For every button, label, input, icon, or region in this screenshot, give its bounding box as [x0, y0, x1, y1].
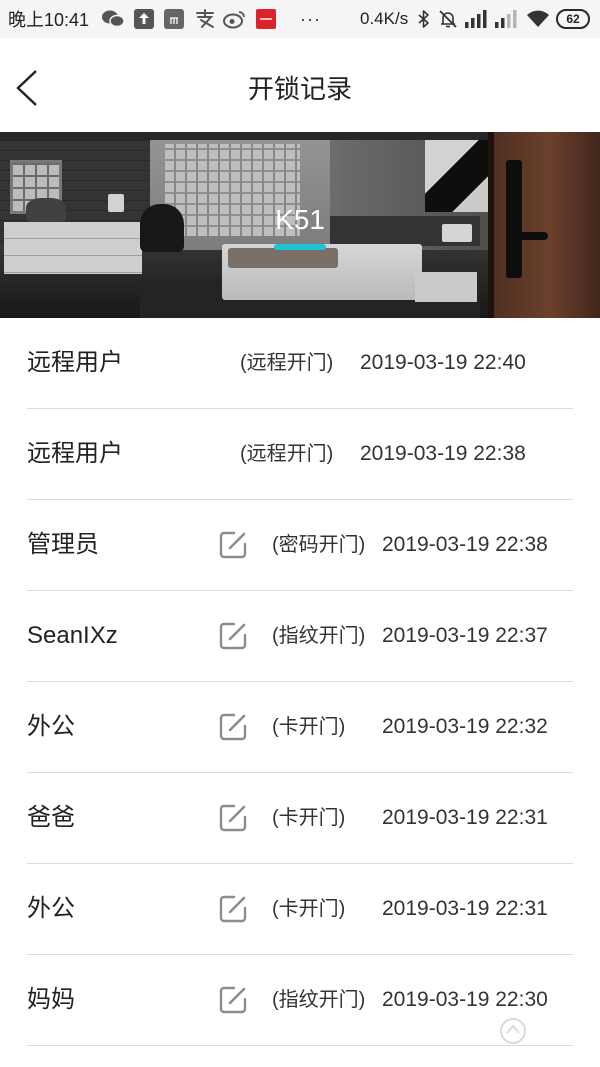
watermark-logo: [498, 1016, 528, 1046]
unlock-record-list: 远程用户 (远程开门) 2019-03-19 22:40 远程用户 (远程开门)…: [0, 318, 600, 1046]
edit-icon[interactable]: [217, 711, 249, 743]
record-time: 2019-03-19 22:37: [382, 624, 548, 647]
wifi-icon: [526, 0, 550, 38]
status-overflow: ···: [300, 8, 321, 29]
record-method: (卡开门): [272, 716, 346, 738]
device-indicator: [274, 244, 326, 250]
signal-icon: [494, 0, 518, 38]
edit-icon[interactable]: [217, 529, 249, 561]
page-title: 开锁记录: [247, 74, 352, 104]
record-row: 外公 (卡开门) 2019-03-19 22:32: [27, 682, 573, 773]
record-row: 远程用户 (远程开门) 2019-03-19 22:38: [27, 409, 573, 500]
record-time: 2019-03-19 22:40: [360, 351, 526, 374]
record-time: 2019-03-19 22:31: [382, 897, 548, 920]
record-user: 妈妈: [27, 986, 75, 1013]
weibo-icon: [223, 0, 247, 38]
edit-icon[interactable]: [217, 893, 249, 925]
record-user: SeanIXz: [27, 622, 118, 649]
record-method: (卡开门): [272, 898, 346, 920]
record-user: 远程用户: [27, 349, 123, 376]
record-user: 外公: [27, 895, 75, 922]
red-app-icon: [256, 0, 276, 38]
record-time: 2019-03-19 22:38: [382, 533, 548, 556]
battery-icon: 62: [556, 0, 590, 38]
record-time: 2019-03-19 22:38: [360, 442, 526, 465]
record-user: 外公: [27, 713, 75, 740]
record-time: 2019-03-19 22:32: [382, 715, 548, 738]
wechat-icon: [102, 0, 124, 38]
record-time: 2019-03-19 22:31: [382, 806, 548, 829]
record-row: 爸爸 (卡开门) 2019-03-19 22:31: [27, 773, 573, 864]
signal-icon: [464, 0, 488, 38]
record-row: SeanIXz (指纹开门) 2019-03-19 22:37: [27, 591, 573, 682]
record-row: 外公 (卡开门) 2019-03-19 22:31: [27, 864, 573, 955]
record-method: (指纹开门): [272, 625, 366, 647]
record-user: 爸爸: [27, 804, 75, 831]
record-row: 妈妈 (指纹开门) 2019-03-19 22:30: [27, 955, 573, 1046]
status-time: 晚上10:41: [8, 10, 90, 30]
record-method: (远程开门): [240, 352, 334, 374]
record-method: (密码开门): [272, 534, 366, 556]
record-method: (远程开门): [240, 443, 334, 465]
alipay-icon: [194, 0, 216, 38]
record-user: 远程用户: [27, 440, 123, 467]
battery-level: 62: [556, 9, 590, 29]
mi-icon: [164, 0, 184, 38]
edit-icon[interactable]: [217, 984, 249, 1016]
network-speed: 0.4K/s: [360, 9, 409, 28]
edit-icon[interactable]: [217, 620, 249, 652]
mute-icon: [437, 0, 459, 38]
record-row: 远程用户 (远程开门) 2019-03-19 22:40: [27, 318, 573, 409]
app-header: 开锁记录: [0, 38, 600, 132]
record-method: (指纹开门): [272, 989, 366, 1011]
record-user: 管理员: [27, 531, 99, 558]
record-row: 管理员 (密码开门) 2019-03-19 22:38: [27, 500, 573, 591]
edit-icon[interactable]: [217, 802, 249, 834]
bluetooth-icon: [418, 0, 430, 38]
device-name: K51: [275, 204, 325, 235]
status-bar: 晚上10:41 ··· 0.4K/s 62: [0, 0, 600, 38]
upload-icon: [134, 0, 154, 38]
record-method: (卡开门): [272, 807, 346, 829]
banner-room-image: K51: [0, 132, 600, 318]
